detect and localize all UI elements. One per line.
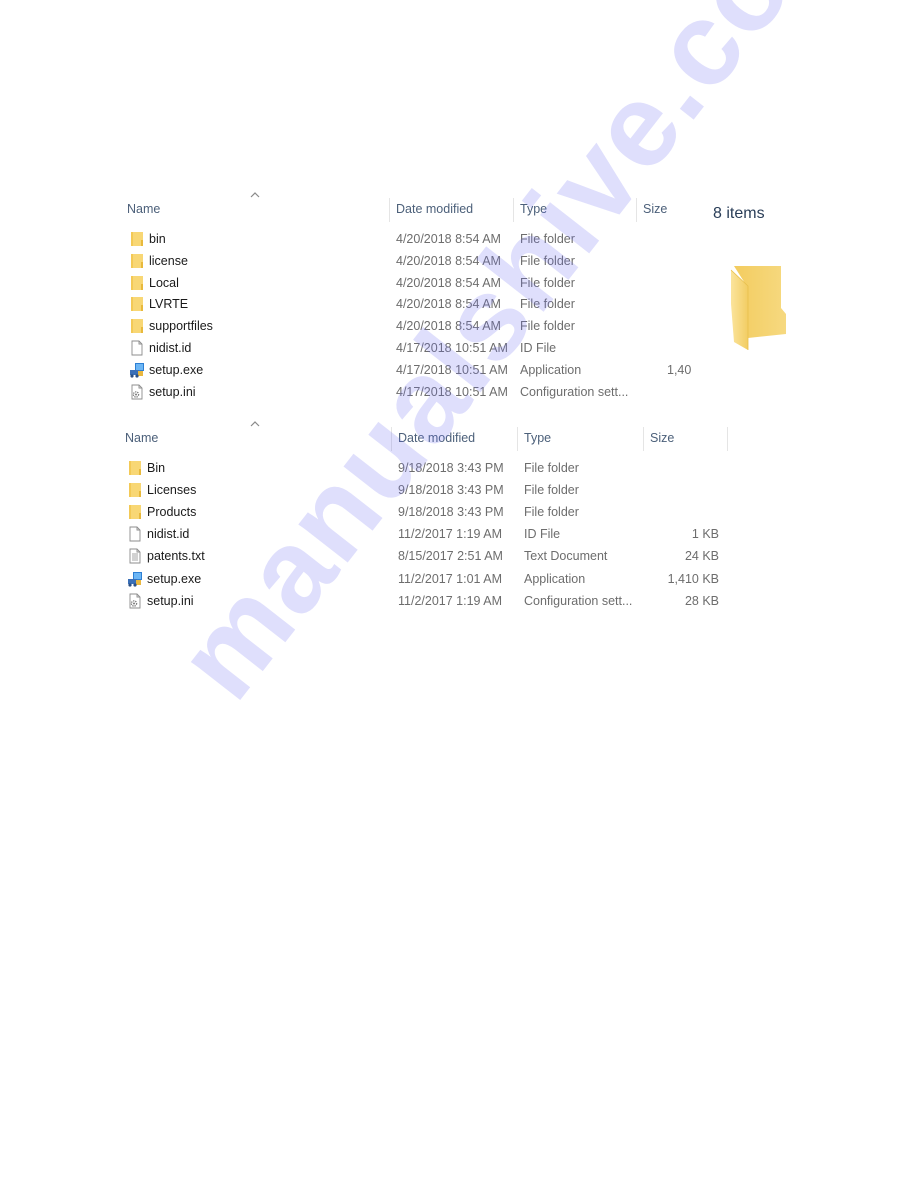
column-header-type[interactable]: Type [517, 425, 643, 451]
file-size: 1,40 [667, 362, 692, 377]
installer-icon [127, 571, 143, 587]
file-row[interactable]: Products 9/18/2018 3:43 PM File folder [118, 501, 730, 523]
file-type: ID File [524, 527, 561, 542]
date-modified: 8/15/2017 2:51 AM [398, 549, 503, 564]
file-name: patents.txt [147, 549, 205, 564]
file-name: nidist.id [147, 527, 190, 542]
column-header-row: Name Date modified Type Size [120, 192, 680, 224]
item-count-label: 8 items [713, 205, 765, 222]
date-modified: 4/20/2018 8:54 AM [396, 319, 501, 334]
file-row[interactable]: license 4/20/2018 8:54 AM File folder [120, 250, 680, 272]
date-modified: 4/20/2018 8:54 AM [396, 297, 501, 312]
file-type: File folder [524, 505, 579, 520]
file-type: File folder [524, 483, 579, 498]
column-header-date-modified[interactable]: Date modified [389, 196, 513, 222]
column-header-type[interactable]: Type [513, 196, 636, 222]
date-modified: 4/17/2018 10:51 AM [396, 341, 508, 355]
folder-icon [129, 318, 145, 334]
installer-icon [129, 362, 145, 378]
file-name: setup.ini [147, 593, 194, 608]
file-name: nidist.id [149, 341, 192, 355]
folder-icon [129, 275, 145, 291]
file-type: Configuration sett... [520, 384, 629, 399]
file-type: Application [524, 571, 586, 586]
file-name: Licenses [147, 483, 197, 498]
settings-file-icon [127, 593, 143, 609]
date-modified: 4/17/2018 10:51 AM [396, 362, 508, 377]
folder-icon [127, 504, 143, 520]
folder-preview-icon [730, 266, 786, 350]
file-type: File folder [524, 461, 579, 475]
file-row[interactable]: patents.txt 8/15/2017 2:51 AM Text Documen… [118, 545, 730, 567]
date-modified: 11/2/2017 1:01 AM [398, 571, 503, 586]
date-modified: 9/18/2018 3:43 PM [398, 461, 504, 475]
folder-icon [127, 460, 143, 476]
file-size: 24 KB [684, 549, 719, 564]
file-type: File folder [520, 319, 575, 334]
file-name: LVRTE [149, 297, 189, 312]
file-type: Configuration sett... [524, 593, 633, 608]
file-name: supportfiles [149, 319, 213, 334]
file-name: Products [147, 505, 197, 520]
column-header-name[interactable]: Name [118, 425, 391, 451]
file-icon [127, 526, 143, 542]
file-name: setup.ini [149, 384, 196, 399]
date-modified: 11/2/2017 1:19 AM [398, 593, 503, 608]
column-header-row: Name Date modified Type Size [118, 421, 730, 453]
file-type: File folder [520, 253, 575, 268]
folder-icon [129, 296, 145, 312]
file-size: 28 KB [684, 593, 719, 608]
file-name: setup.exe [149, 362, 204, 377]
file-list-1: Name Date modified Type Size bin 4/20/201… [120, 192, 691, 406]
file-row[interactable]: LVRTE 4/20/2018 8:54 AM File folder [120, 293, 680, 315]
file-row[interactable]: nidist.id 4/17/2018 10:51 AM ID File [120, 337, 680, 359]
file-type: File folder [520, 275, 575, 290]
file-type: File folder [520, 232, 575, 246]
settings-file-icon [129, 384, 145, 400]
date-modified: 9/18/2018 3:43 PM [398, 505, 504, 520]
column-header-size[interactable]: Size [643, 425, 727, 451]
file-row[interactable]: supportfiles 4/20/2018 8:54 AM File folder [120, 315, 680, 337]
column-header-date-modified[interactable]: Date modified [391, 425, 517, 451]
date-modified: 4/20/2018 8:54 AM [396, 232, 501, 246]
file-row[interactable]: bin 4/20/2018 8:54 AM File folder [120, 228, 680, 250]
file-name: license [149, 253, 188, 268]
folder-icon [129, 253, 145, 269]
file-type: File folder [520, 297, 575, 312]
file-row[interactable]: nidist.id 11/2/2017 1:19 AM ID File 1 KB [118, 523, 730, 545]
file-size: 1 KB [691, 527, 719, 542]
column-divider[interactable] [727, 427, 728, 451]
file-row[interactable]: setup.exe 11/2/2017 1:01 AM Application 1,4… [118, 568, 730, 590]
file-row[interactable]: setup.ini 11/2/2017 1:19 AM Configuration … [118, 590, 730, 612]
date-modified: 9/18/2018 3:43 PM [398, 483, 504, 498]
file-list-2: Name Date modified Type Size Bin 9/18/201… [118, 421, 730, 615]
file-type: Application [520, 362, 582, 377]
column-header-size[interactable]: Size [636, 196, 696, 222]
file-size: 1,410 KB [667, 571, 719, 586]
date-modified: 4/20/2018 8:54 AM [396, 275, 501, 290]
file-name: Bin [147, 461, 166, 475]
column-header-name[interactable]: Name [120, 196, 388, 222]
file-row[interactable]: Licenses 9/18/2018 3:43 PM File folder [118, 479, 730, 501]
folder-icon [129, 231, 145, 247]
text-file-icon [127, 548, 143, 564]
file-row[interactable]: setup.exe 4/17/2018 10:51 AM Application 1,… [120, 359, 691, 381]
folder-icon [127, 482, 143, 498]
file-row[interactable]: setup.ini 4/17/2018 10:51 AM Configuration… [120, 381, 680, 403]
file-row[interactable]: Bin 9/18/2018 3:43 PM File folder [118, 457, 730, 479]
file-name: bin [149, 232, 166, 246]
file-name: setup.exe [147, 571, 202, 586]
file-row[interactable]: Local 4/20/2018 8:54 AM File folder [120, 272, 680, 294]
file-icon [129, 340, 145, 356]
date-modified: 4/20/2018 8:54 AM [396, 253, 501, 268]
file-type: Text Document [524, 549, 608, 564]
date-modified: 11/2/2017 1:19 AM [398, 527, 503, 542]
file-name: Local [149, 275, 179, 290]
file-type: ID File [520, 341, 557, 355]
date-modified: 4/17/2018 10:51 AM [396, 384, 508, 399]
